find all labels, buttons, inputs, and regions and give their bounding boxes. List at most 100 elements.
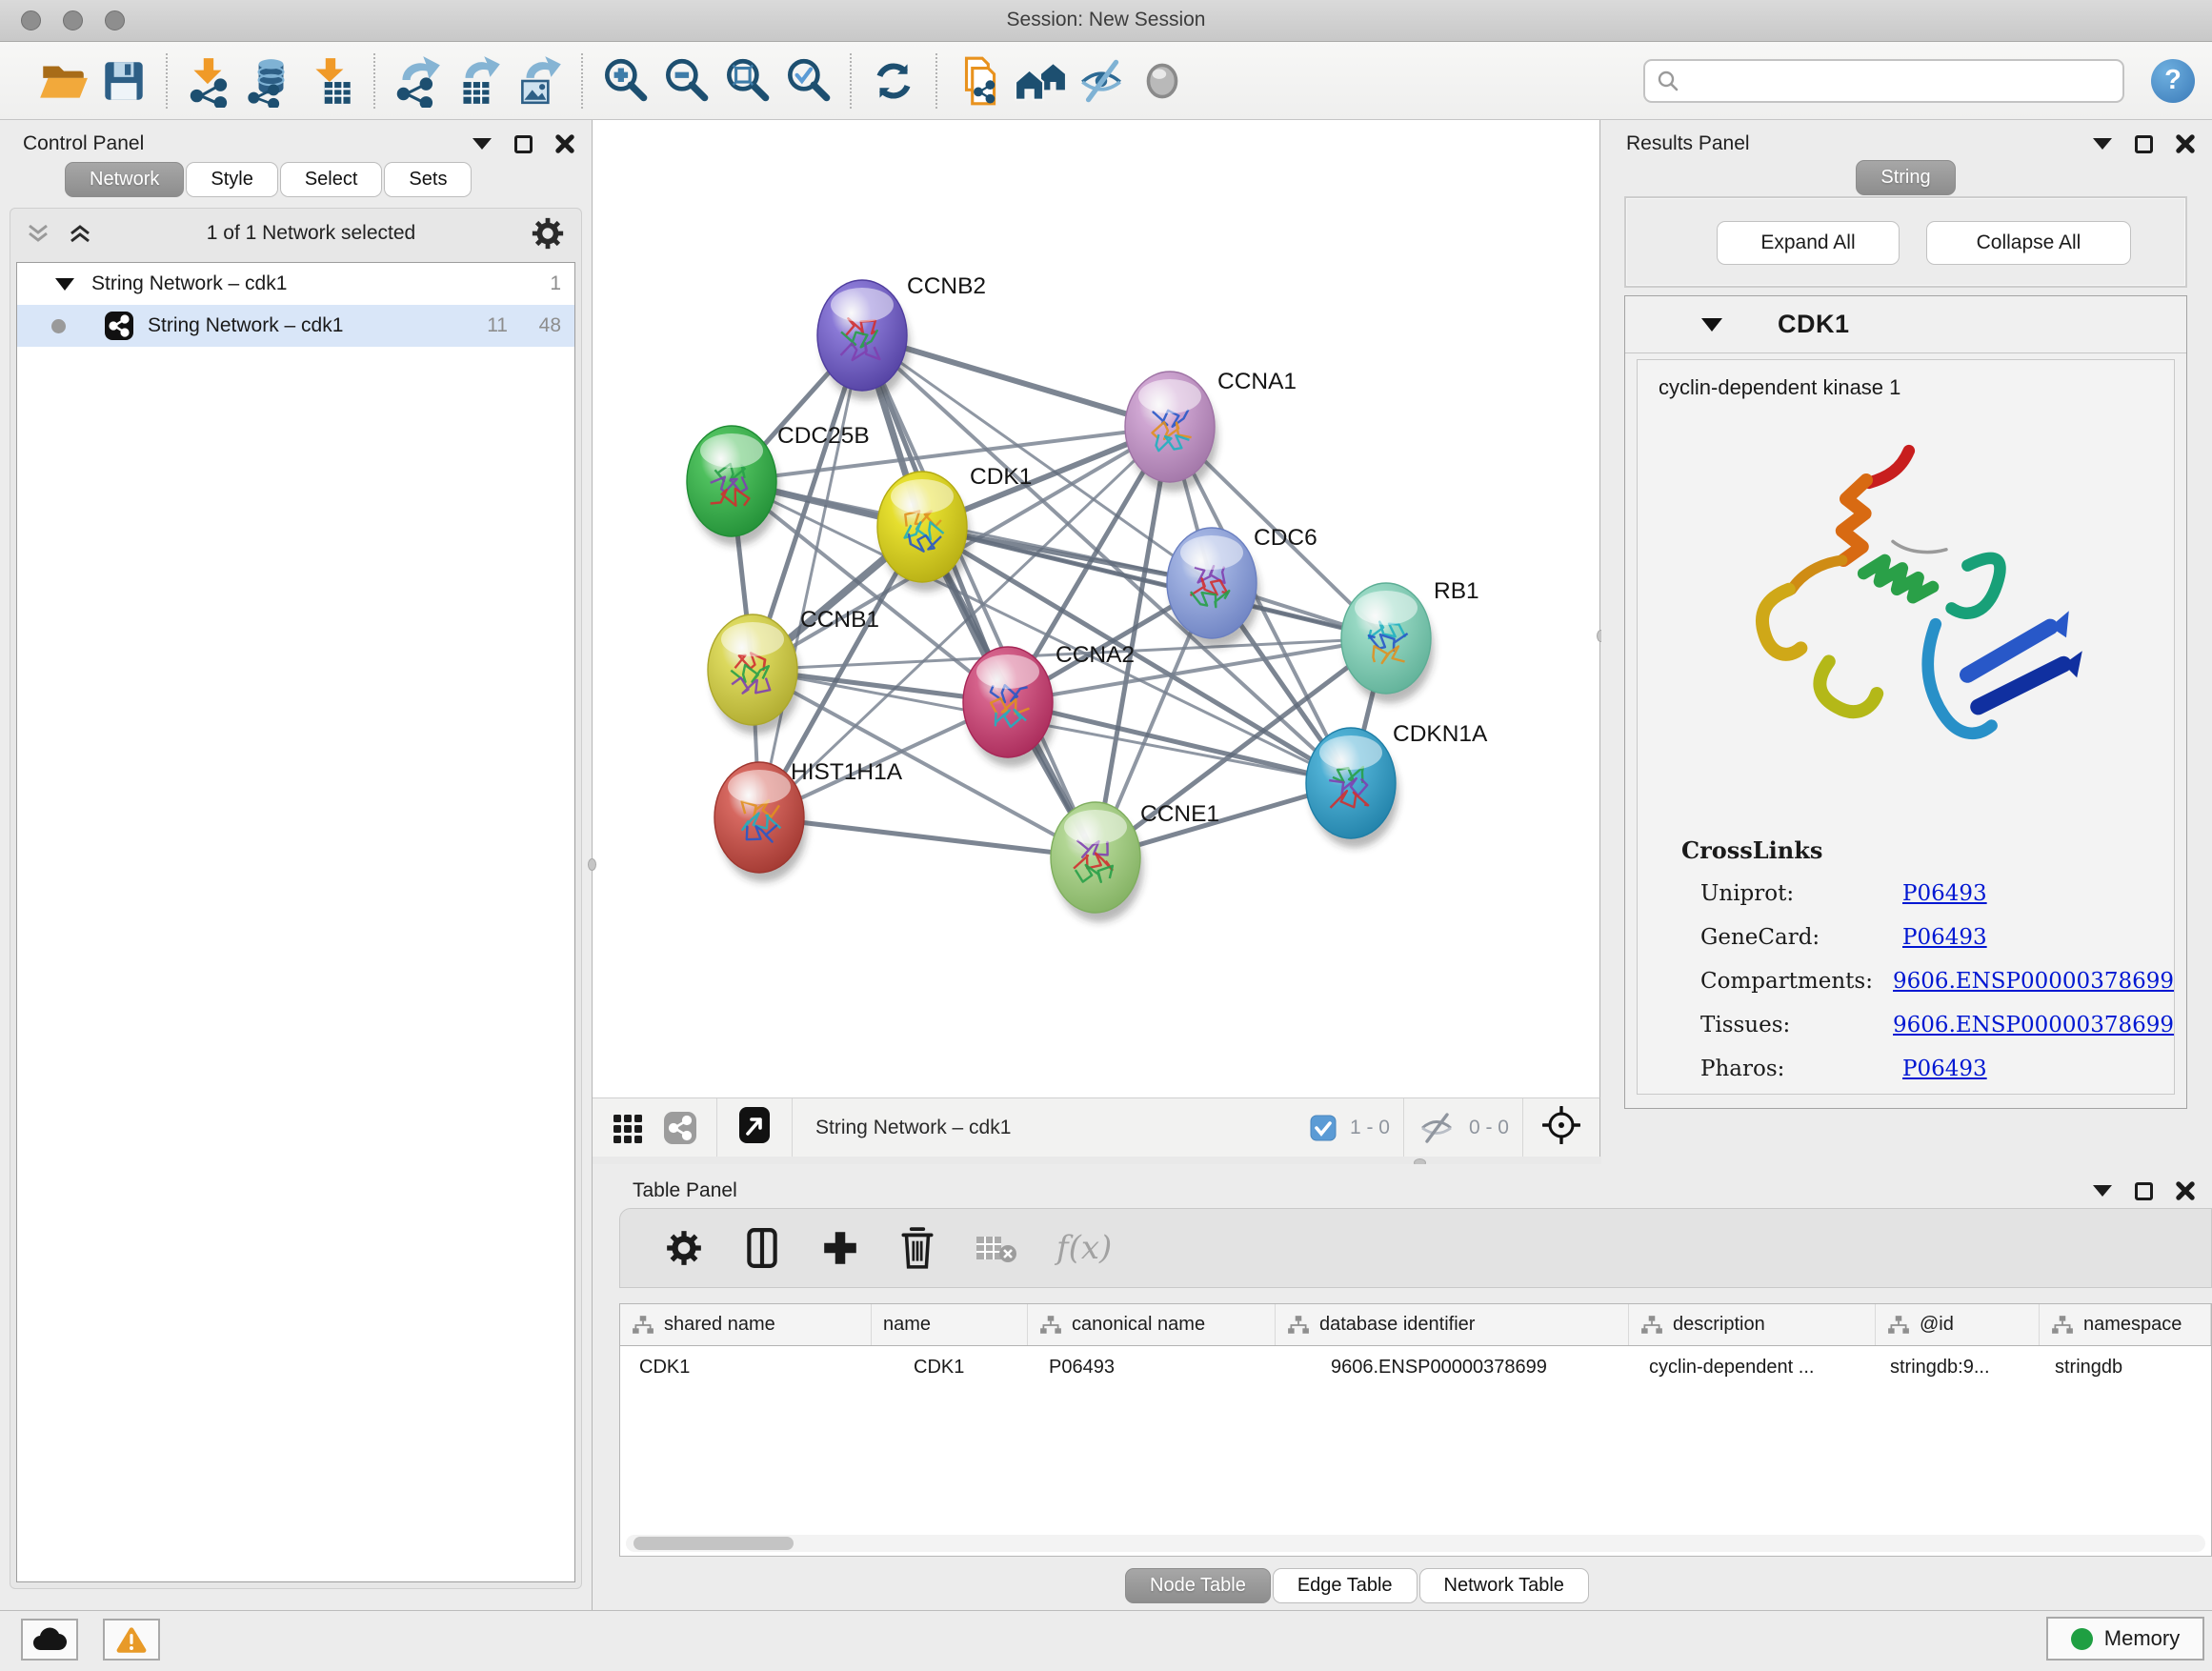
panel-maximize-icon[interactable] xyxy=(2135,1182,2153,1200)
current-network-name: String Network – cdk1 xyxy=(815,1117,1011,1139)
column-type-icon xyxy=(1039,1315,1062,1336)
crosslink-value[interactable]: 9606.ENSP00000378699 xyxy=(1893,969,2174,994)
panel-float-icon[interactable] xyxy=(473,138,492,150)
collapse-all-icon[interactable] xyxy=(26,221,50,246)
delete-column-trash-icon[interactable] xyxy=(898,1226,936,1270)
show-view-button[interactable] xyxy=(1132,50,1193,111)
help-button[interactable]: ? xyxy=(2151,59,2195,103)
network-edge[interactable] xyxy=(1008,702,1351,783)
table-settings-gear-icon[interactable] xyxy=(664,1228,704,1268)
gene-section-header[interactable]: CDK1 xyxy=(1625,296,2186,353)
network-node-CCNB1[interactable] xyxy=(708,614,800,735)
warnings-button[interactable] xyxy=(103,1619,160,1661)
network-node-CDK1[interactable] xyxy=(877,472,970,592)
window-title: Session: New Session xyxy=(0,9,2212,31)
cloud-status-button[interactable] xyxy=(21,1619,78,1661)
navigate-crosshair-icon[interactable] xyxy=(1542,1106,1580,1144)
crosslink-value[interactable]: P06493 xyxy=(1902,1057,1987,1081)
scrollbar-thumb[interactable] xyxy=(633,1537,794,1550)
network-node-CCNE1[interactable] xyxy=(1051,802,1143,922)
zoom-in-button[interactable] xyxy=(594,50,655,111)
table-horizontal-scrollbar[interactable] xyxy=(626,1535,2205,1552)
open-file-button[interactable] xyxy=(32,50,93,111)
zoom-fit-button[interactable] xyxy=(716,50,777,111)
toolbar-separator xyxy=(581,53,583,109)
refresh-view-button[interactable] xyxy=(863,50,924,111)
panel-float-icon[interactable] xyxy=(2093,1185,2112,1197)
panel-close-icon[interactable] xyxy=(2176,1181,2195,1200)
panel-close-icon[interactable] xyxy=(555,134,574,153)
table-cell: stringdb xyxy=(2040,1346,2203,1388)
network-node-CCNA2[interactable] xyxy=(963,647,1056,767)
create-column-plus-icon[interactable] xyxy=(820,1228,860,1268)
crosslink-value[interactable]: P06493 xyxy=(1902,925,1987,950)
collapse-all-button[interactable]: Collapse All xyxy=(1926,221,2131,265)
left-splitter-handle[interactable] xyxy=(588,858,596,871)
panel-maximize-icon[interactable] xyxy=(2135,135,2153,153)
grid-view-icon[interactable] xyxy=(612,1111,646,1145)
export-table-button[interactable] xyxy=(448,50,509,111)
expand-all-icon[interactable] xyxy=(68,221,92,246)
collection-expand-caret[interactable] xyxy=(55,278,74,291)
export-network-button[interactable] xyxy=(387,50,448,111)
tab-network[interactable]: Network xyxy=(65,162,184,197)
network-edge[interactable] xyxy=(759,817,1096,857)
network-node-CCNA1[interactable] xyxy=(1125,372,1217,492)
toolbar-separator xyxy=(850,53,852,109)
import-network-file-button[interactable] xyxy=(179,50,240,111)
network-row[interactable]: String Network – cdk1 11 48 xyxy=(17,305,574,347)
zoom-out-button[interactable] xyxy=(655,50,716,111)
column-header-namespace[interactable]: namespace xyxy=(2040,1304,2211,1345)
column-header-shared-name[interactable]: shared name xyxy=(620,1304,872,1345)
show-columns-icon[interactable] xyxy=(742,1227,782,1269)
import-table-file-button[interactable] xyxy=(301,50,362,111)
tab-sets[interactable]: Sets xyxy=(384,162,472,197)
birds-eye-view-icon[interactable] xyxy=(738,1106,771,1144)
export-image-button[interactable] xyxy=(509,50,570,111)
selected-node-edge-count: 1 - 0 xyxy=(1350,1117,1390,1139)
network-edge[interactable] xyxy=(759,335,862,817)
memory-button[interactable]: Memory xyxy=(2046,1617,2204,1661)
network-options-gear-icon[interactable] xyxy=(530,215,566,252)
crosslink-row: Tissues:9606.ENSP00000378699 xyxy=(1638,1003,2174,1047)
column-header-@id[interactable]: @id xyxy=(1876,1304,2040,1345)
network-node-CCNB2[interactable] xyxy=(817,280,910,400)
search-input[interactable] xyxy=(1687,70,2111,91)
panel-float-icon[interactable] xyxy=(2093,138,2112,150)
panel-maximize-icon[interactable] xyxy=(514,135,533,153)
network-share-icon[interactable] xyxy=(663,1111,697,1145)
tab-string[interactable]: String xyxy=(1856,160,1955,195)
network-canvas[interactable]: CCNB2CCNA1CDC25BCDK1CDC6RB1CCNB1CCNA2CDK… xyxy=(593,120,1600,1097)
column-header-canonical-name[interactable]: canonical name xyxy=(1028,1304,1276,1345)
panel-close-icon[interactable] xyxy=(2176,134,2195,153)
network-node-RB1[interactable] xyxy=(1341,583,1434,703)
string-results-controls: Expand All Collapse All xyxy=(1624,196,2187,288)
network-node-CDC25B[interactable] xyxy=(687,426,779,546)
network-collection-row[interactable]: String Network – cdk1 1 xyxy=(17,263,574,305)
tab-network-table[interactable]: Network Table xyxy=(1419,1568,1589,1603)
column-label: @id xyxy=(1920,1314,1954,1336)
show-all-panels-button[interactable] xyxy=(1010,50,1071,111)
network-node-CDKN1A[interactable] xyxy=(1306,728,1398,848)
column-header-name[interactable]: name xyxy=(872,1304,1028,1345)
table-cell: P06493 xyxy=(1028,1346,1276,1388)
crosslink-value[interactable]: P06493 xyxy=(1902,881,1987,906)
string-network-graph[interactable]: CCNB2CCNA1CDC25BCDK1CDC6RB1CCNB1CCNA2CDK… xyxy=(593,120,1600,1097)
hide-panel-button[interactable] xyxy=(1071,50,1132,111)
tab-node-table[interactable]: Node Table xyxy=(1125,1568,1271,1603)
column-header-database-identifier[interactable]: database identifier xyxy=(1276,1304,1629,1345)
table-row[interactable]: CDK1CDK1P064939606.ENSP00000378699cyclin… xyxy=(620,1346,2211,1388)
tab-edge-table[interactable]: Edge Table xyxy=(1273,1568,1418,1603)
clone-network-button[interactable] xyxy=(949,50,1010,111)
import-network-database-button[interactable] xyxy=(240,50,301,111)
selected-nodes-checkbox-icon[interactable] xyxy=(1310,1115,1337,1141)
zoom-selected-button[interactable] xyxy=(777,50,838,111)
tab-select[interactable]: Select xyxy=(280,162,383,197)
section-collapse-caret[interactable] xyxy=(1701,318,1722,332)
tab-style[interactable]: Style xyxy=(186,162,277,197)
crosslink-value[interactable]: 9606.ENSP00000378699 xyxy=(1893,1013,2174,1037)
hidden-node-edge-count: 0 - 0 xyxy=(1469,1117,1509,1139)
column-header-description[interactable]: description xyxy=(1629,1304,1876,1345)
expand-all-button[interactable]: Expand All xyxy=(1717,221,1900,265)
save-session-button[interactable] xyxy=(93,50,154,111)
